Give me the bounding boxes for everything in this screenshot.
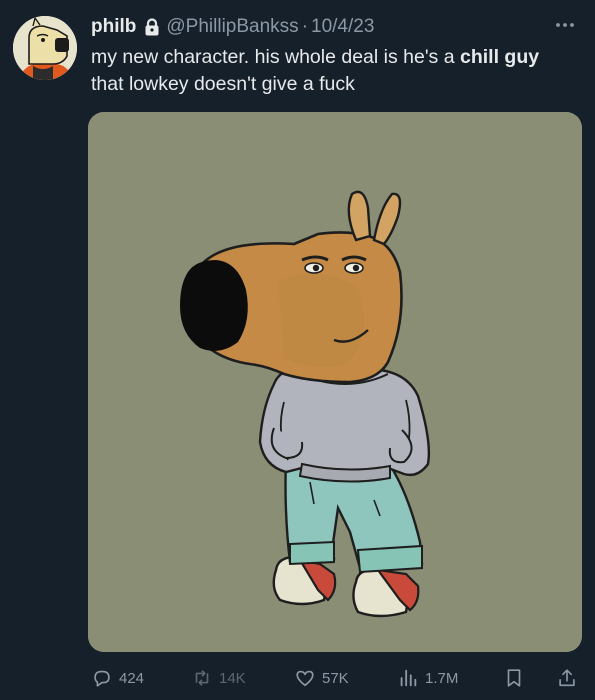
tweet-text: my new character. his whole deal is he's… [91, 44, 561, 98]
bookmark-icon [503, 667, 525, 689]
header-separator: · [301, 16, 309, 37]
share-icon [556, 667, 578, 689]
tweet-text-part1: my new character. his whole deal is he's… [91, 46, 460, 68]
lock-icon [144, 18, 160, 36]
tweet-text-part2: that lowkey doesn't give a fuck [91, 73, 355, 95]
author-name[interactable]: philb [91, 16, 136, 38]
tweet-header: philb @PhillipBankss · 10/4/23 [91, 14, 555, 40]
like-count: 57K [322, 669, 349, 687]
retweet-icon [191, 667, 213, 689]
tweet[interactable]: philb @PhillipBankss · 10/4/23 my new ch… [0, 0, 595, 700]
chill-guy-illustration [88, 112, 582, 652]
like-button[interactable]: 57K [294, 667, 349, 689]
avatar-image [13, 16, 77, 80]
views-button[interactable]: 1.7M [397, 667, 458, 689]
avatar[interactable] [13, 16, 77, 80]
views-icon [397, 667, 419, 689]
author-handle[interactable]: @PhillipBankss [166, 16, 298, 38]
view-count: 1.7M [425, 669, 459, 687]
retweet-button[interactable]: 14K [191, 667, 246, 689]
tweet-text-bold: chill guy [460, 46, 540, 68]
retweet-count: 14K [219, 669, 246, 687]
tweet-media[interactable] [88, 112, 582, 652]
reply-button[interactable]: 424 [91, 667, 144, 689]
bookmark-button[interactable] [503, 667, 525, 689]
reply-icon [91, 667, 113, 689]
reply-count: 424 [119, 669, 145, 687]
heart-icon [294, 667, 316, 689]
share-button[interactable] [556, 667, 578, 689]
tweet-actions: 424 14K 57K 1.7M [91, 664, 585, 692]
tweet-date[interactable]: 10/4/23 [311, 16, 374, 38]
more-options-icon[interactable] [553, 16, 577, 34]
